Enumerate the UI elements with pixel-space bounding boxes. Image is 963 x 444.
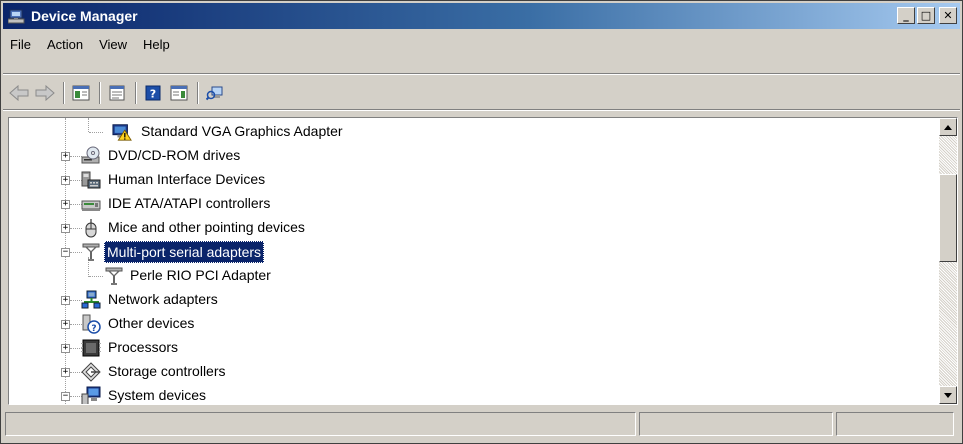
window-title: Device Manager (31, 8, 138, 24)
hid-icon (81, 170, 101, 190)
toolbar-separator-line (3, 109, 960, 111)
device-manager-window: Device Manager _ □ ✕ File Action View He… (0, 0, 963, 444)
window-controls: _ □ ✕ (897, 7, 957, 24)
ide-controller-icon (81, 194, 101, 214)
menu-action[interactable]: Action (39, 37, 91, 52)
scroll-up-button[interactable] (939, 118, 957, 136)
action-pane-icon (170, 85, 188, 101)
back-arrow-icon (9, 85, 29, 101)
tree-connector (89, 276, 103, 277)
tree-node-label[interactable]: Human Interface Devices (106, 169, 267, 189)
tree-node-label[interactable]: Standard VGA Graphics Adapter (139, 121, 345, 141)
status-panel-right (836, 412, 954, 436)
maximize-icon: □ (920, 9, 932, 22)
tree-node-label[interactable]: IDE ATA/ATAPI controllers (106, 193, 272, 213)
tree-node-label[interactable]: Perle RIO PCI Adapter (128, 265, 273, 285)
menu-view[interactable]: View (91, 37, 135, 52)
tree-node-label[interactable]: Processors (106, 337, 180, 357)
svg-text:?: ? (91, 324, 96, 334)
status-bar (5, 412, 960, 438)
tree-node-label[interactable]: DVD/CD-ROM drives (106, 145, 242, 165)
tree-connector (89, 132, 103, 133)
properties-icon (109, 85, 125, 101)
tree-expander[interactable]: + (61, 200, 70, 209)
toolbar-separator (99, 82, 101, 104)
tree-expander[interactable]: + (61, 368, 70, 377)
back-button[interactable] (7, 82, 31, 104)
tree-connector (88, 118, 89, 132)
tree-expander[interactable]: + (61, 296, 70, 305)
tree-node-label[interactable]: Network adapters (106, 289, 220, 309)
mouse-icon (81, 218, 101, 238)
scrollbar-thumb[interactable] (939, 174, 957, 262)
status-panel-main (5, 412, 636, 436)
toolbar: ? (3, 80, 960, 106)
scroll-down-button[interactable] (939, 386, 957, 404)
menu-file[interactable]: File (3, 37, 39, 52)
minimize-button[interactable]: _ (897, 7, 915, 24)
tree-node-label[interactable]: Other devices (106, 313, 196, 333)
minimize-icon: _ (903, 9, 909, 22)
forward-arrow-icon (35, 85, 55, 101)
tree-node-label[interactable]: System devices (106, 385, 208, 404)
device-tree-frame: Standard VGA Graphics Adapter + DVD/CD-R… (8, 117, 958, 405)
scan-hardware-icon (206, 86, 223, 101)
tree-node-label[interactable]: Mice and other pointing devices (106, 217, 307, 237)
system-devices-icon (81, 386, 101, 404)
close-button[interactable]: ✕ (939, 7, 957, 24)
display-warning-icon (112, 122, 132, 142)
help-icon: ? (145, 85, 161, 101)
toolbar-separator (197, 82, 199, 104)
properties-button[interactable] (105, 82, 129, 104)
network-icon (81, 290, 101, 310)
show-hide-tree-icon (72, 85, 90, 101)
storage-controller-icon (81, 362, 101, 382)
serial-adapter-icon (104, 266, 124, 286)
toolbar-separator (63, 82, 65, 104)
menu-separator (3, 73, 960, 75)
serial-adapter-icon (81, 242, 101, 262)
device-tree[interactable]: Standard VGA Graphics Adapter + DVD/CD-R… (9, 118, 939, 404)
tree-node-label[interactable]: Storage controllers (106, 361, 228, 381)
forward-button[interactable] (33, 82, 57, 104)
maximize-button[interactable]: □ (917, 7, 935, 24)
status-panel-middle (639, 412, 833, 436)
tree-expander[interactable]: + (61, 320, 70, 329)
tree-expander[interactable]: − (61, 392, 70, 401)
scan-hardware-button[interactable] (203, 82, 227, 104)
tree-expander[interactable]: + (61, 152, 70, 161)
menu-bar: File Action View Help (3, 33, 960, 55)
arrow-down-icon (944, 392, 952, 398)
menu-help[interactable]: Help (135, 37, 178, 52)
unknown-device-icon: ? (81, 314, 101, 334)
show-hide-tree-button[interactable] (69, 82, 93, 104)
tree-expander[interactable]: + (61, 224, 70, 233)
tree-node-label-selected[interactable]: Multi-port serial adapters (104, 241, 265, 263)
close-icon: ✕ (943, 9, 953, 22)
help-button[interactable]: ? (141, 82, 165, 104)
tree-expander[interactable]: + (61, 176, 70, 185)
device-manager-icon (7, 6, 27, 26)
tree-expander[interactable]: + (61, 344, 70, 353)
vertical-scrollbar[interactable] (939, 118, 957, 404)
svg-text:?: ? (150, 88, 156, 101)
action-pane-button[interactable] (167, 82, 191, 104)
processor-icon (81, 338, 101, 358)
dvd-drive-icon (81, 146, 101, 166)
tree-expander[interactable]: − (61, 248, 70, 257)
arrow-up-icon (944, 124, 952, 130)
toolbar-separator (135, 82, 137, 104)
title-bar[interactable]: Device Manager _ □ ✕ (3, 3, 960, 29)
